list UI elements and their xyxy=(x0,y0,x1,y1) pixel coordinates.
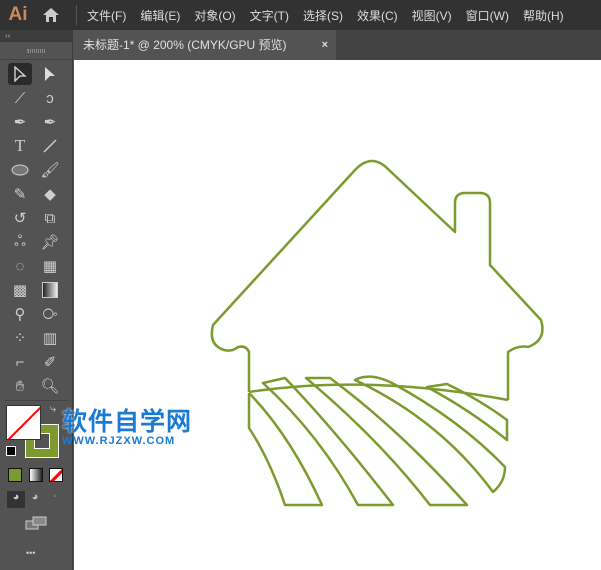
home-button[interactable] xyxy=(36,0,66,30)
perspective-grid-tool[interactable]: ▦ xyxy=(38,255,62,277)
screen-mode-icon xyxy=(25,516,47,530)
perspective-grid-icon: ▦ xyxy=(42,258,58,275)
none-mode-button[interactable] xyxy=(49,468,63,482)
eyedropper-icon: ⚲ xyxy=(14,306,26,323)
graph-tool[interactable]: ▥ xyxy=(38,327,62,349)
menu-effect[interactable]: 效果(C) xyxy=(357,7,398,24)
gradient-tool[interactable] xyxy=(38,279,62,301)
document-tab-title: 未标题-1* @ 200% (CMYK/GPU 预览) xyxy=(83,38,287,52)
selection-tool[interactable] xyxy=(8,63,32,85)
color-mode-button[interactable] xyxy=(8,468,22,482)
artboard-canvas[interactable] xyxy=(74,60,601,570)
pen-tool[interactable]: ✒ xyxy=(8,111,32,133)
menu-select[interactable]: 选择(S) xyxy=(303,7,343,24)
edit-toolbar-button[interactable]: ••• xyxy=(26,548,35,558)
document-tab[interactable]: 未标题-1* @ 200% (CMYK/GPU 预览) × xyxy=(74,30,336,60)
draw-normal-button[interactable]: ◕ xyxy=(7,491,25,508)
rotate-tool[interactable]: ↺ xyxy=(8,207,32,229)
panel-grip[interactable] xyxy=(0,42,72,60)
house-field-artwork[interactable] xyxy=(74,60,601,570)
curvature-tool[interactable]: ✒ xyxy=(38,111,62,133)
pen-icon: ✒ xyxy=(13,114,27,131)
artboard-icon: ⌐ xyxy=(15,353,25,371)
fill-swatch[interactable] xyxy=(6,405,41,440)
mesh-icon: ▩ xyxy=(12,282,28,299)
pin-icon: 📌︎ xyxy=(40,234,60,251)
lasso-tool[interactable]: ↄ xyxy=(38,87,62,109)
eraser-tool[interactable]: ◆ xyxy=(38,183,62,205)
bar-graph-icon: ▥ xyxy=(42,330,58,347)
rotate-icon: ↺ xyxy=(13,210,27,227)
menu-bar: Ai 文件(F) 编辑(E) 对象(O) 文字(T) 选择(S) 效果(C) 视… xyxy=(0,0,601,30)
artboard-tool[interactable]: ⌐ xyxy=(8,351,32,373)
menu-object[interactable]: 对象(O) xyxy=(194,7,235,24)
menu-file[interactable]: 文件(F) xyxy=(87,7,126,24)
magnifier-icon: 🔍︎ xyxy=(40,378,60,395)
menu-view[interactable]: 视图(V) xyxy=(412,7,452,24)
warp-tool[interactable]: ஃ xyxy=(8,231,32,253)
scale-tool[interactable]: ⧉ xyxy=(38,207,62,229)
default-colors-icon[interactable] xyxy=(6,446,16,456)
draw-inside-button[interactable]: ◔ xyxy=(45,491,63,508)
paintbrush-tool[interactable]: 🖌︎ xyxy=(38,159,62,181)
lasso-icon: ↄ xyxy=(46,89,54,107)
slice-icon: ✐ xyxy=(43,354,57,371)
screen-mode-button[interactable] xyxy=(25,516,47,535)
line-icon xyxy=(43,139,57,153)
pencil-tool[interactable]: ✎ xyxy=(8,183,32,205)
sprayer-icon: ⁘ xyxy=(13,330,27,347)
puppet-warp-tool[interactable]: 📌︎ xyxy=(38,231,62,253)
blend-tool[interactable]: ⧂ xyxy=(38,303,62,325)
tools-panel: ‹‹ ⟋ ↄ ✒ ✒ T 🖌︎ ✎ ◆ ↺ ⧉ ஃ 📌︎ ◌ ▦ ▩ ⚲ ⧂ ⁘… xyxy=(0,30,73,570)
magic-wand-tool[interactable]: ⟋ xyxy=(8,87,32,109)
mesh-tool[interactable]: ▩ xyxy=(8,279,32,301)
curvature-icon: ✒ xyxy=(43,114,57,131)
house-outline xyxy=(210,159,544,400)
blend-icon: ⧂ xyxy=(42,305,58,323)
document-tab-bar: 未标题-1* @ 200% (CMYK/GPU 预览) × xyxy=(74,30,601,60)
shape-builder-icon: ◌ xyxy=(15,257,25,275)
scale-icon: ⧉ xyxy=(44,209,56,227)
shape-builder-tool[interactable]: ◌ xyxy=(8,255,32,277)
close-tab-button[interactable]: × xyxy=(322,30,328,60)
menu-type[interactable]: 文字(T) xyxy=(250,7,289,24)
menu-help[interactable]: 帮助(H) xyxy=(523,7,564,24)
brush-icon: 🖌︎ xyxy=(40,162,60,179)
home-icon xyxy=(43,8,59,22)
ellipse-tool[interactable] xyxy=(8,159,32,181)
watermark-title: 软件自学网 xyxy=(62,408,193,436)
arrow-icon xyxy=(14,66,27,82)
hand-tool[interactable]: ✋︎ xyxy=(8,375,32,397)
eraser-icon: ◆ xyxy=(44,186,56,203)
arrow-solid-icon xyxy=(45,67,55,81)
hand-icon: ✋︎ xyxy=(15,377,25,395)
pencil-icon: ✎ xyxy=(13,186,27,203)
ellipse-icon xyxy=(11,164,29,176)
field-stripe xyxy=(353,375,507,494)
none-icon xyxy=(7,406,40,439)
gradient-icon xyxy=(42,282,58,298)
menu-window[interactable]: 窗口(W) xyxy=(466,7,509,24)
gradient-mode-button[interactable] xyxy=(29,468,43,482)
draw-behind-button[interactable]: ◕ xyxy=(26,491,44,508)
warp-icon: ஃ xyxy=(14,232,26,250)
direct-selection-tool[interactable] xyxy=(38,63,62,85)
type-icon: T xyxy=(14,136,26,155)
none-icon xyxy=(50,469,62,481)
magic-wand-icon: ⟋ xyxy=(14,89,26,107)
swap-fill-stroke-icon[interactable]: ⤷ xyxy=(50,403,56,416)
watermark: 软件自学网 WWW.RJZXW.COM xyxy=(62,402,192,447)
watermark-url: WWW.RJZXW.COM xyxy=(62,435,176,447)
slice-tool[interactable]: ✐ xyxy=(38,351,62,373)
app-logo: Ai xyxy=(8,4,28,25)
zoom-tool[interactable]: 🔍︎ xyxy=(38,375,62,397)
type-tool[interactable]: T xyxy=(8,135,32,157)
field-stripe xyxy=(247,392,324,507)
eyedropper-tool[interactable]: ⚲ xyxy=(8,303,32,325)
line-tool[interactable] xyxy=(38,135,62,157)
symbol-sprayer-tool[interactable]: ⁘ xyxy=(8,327,32,349)
menu-edit[interactable]: 编辑(E) xyxy=(140,7,180,24)
collapse-toggle[interactable]: ‹‹ xyxy=(0,30,72,42)
